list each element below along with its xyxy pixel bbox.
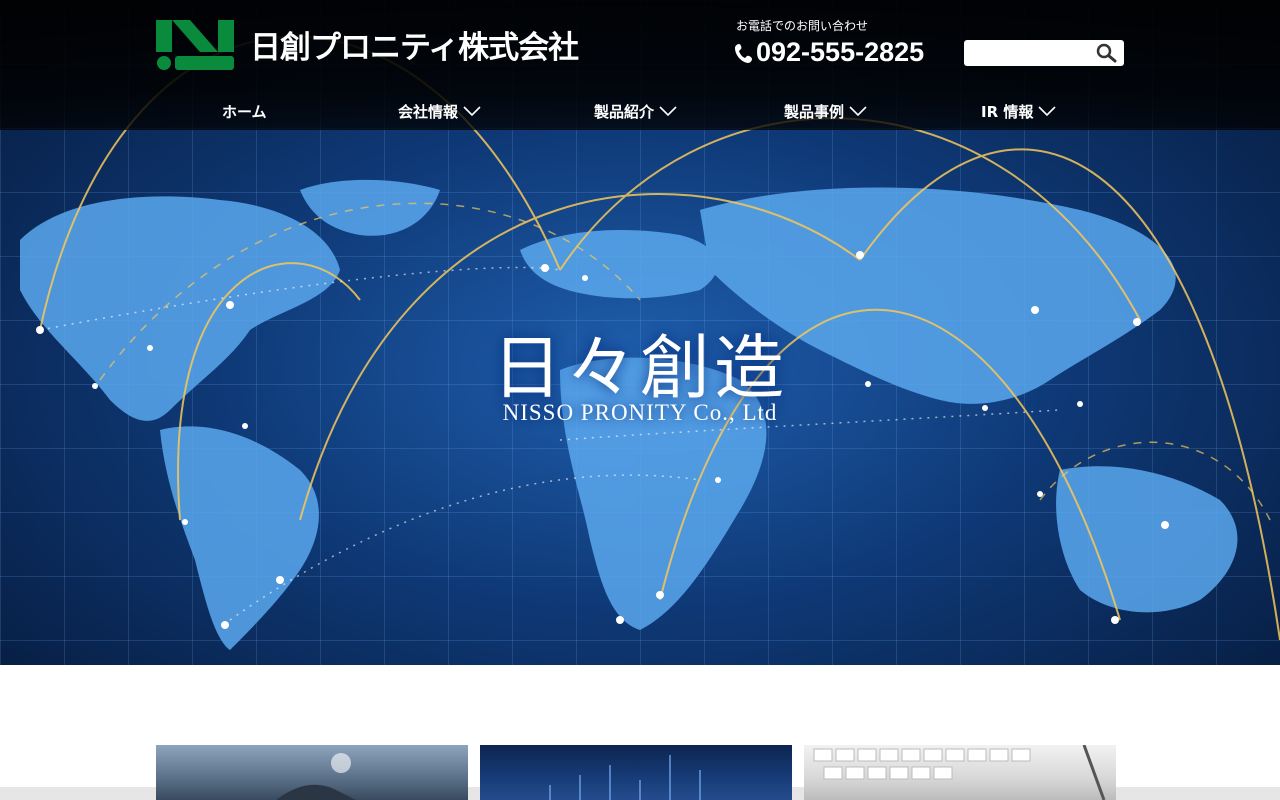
continent-australia — [1056, 466, 1238, 613]
nav-item-cases[interactable]: 製品事例 — [784, 96, 868, 126]
nav-item-label: 製品紹介 — [594, 102, 655, 121]
contact-label: お電話でのお問い合わせ — [736, 19, 869, 33]
nav-item-label: ホーム — [222, 102, 267, 121]
city-node — [226, 301, 234, 309]
phone-icon — [735, 43, 752, 63]
city-node — [276, 576, 284, 584]
continent-greenland — [300, 179, 440, 236]
nav-item-label: IR 情報 — [981, 102, 1034, 121]
page: 日々創造 NISSO PRONITY Co., Ltd 日創プロニティ株式会社 … — [0, 0, 1280, 800]
nav-item-label: 製品事例 — [784, 102, 845, 121]
nav-item-ir[interactable]: IR 情報 — [981, 96, 1057, 126]
search-input[interactable] — [968, 42, 1092, 64]
city-node — [715, 477, 721, 483]
city-node — [182, 519, 188, 525]
feature-card-3[interactable] — [804, 745, 1116, 800]
city-node — [656, 591, 664, 599]
nav-item-home[interactable]: ホーム — [222, 96, 267, 126]
chevron-down-icon — [1038, 106, 1056, 117]
hero-subtitle: NISSO PRONITY Co., Ltd — [502, 400, 778, 425]
nav-item-label: 会社情報 — [398, 102, 459, 121]
city-node — [582, 275, 588, 281]
search-icon[interactable] — [1096, 43, 1118, 63]
chevron-down-icon — [849, 106, 867, 117]
city-node — [541, 264, 549, 272]
card-3-image — [813, 745, 1106, 800]
chevron-down-icon — [659, 106, 677, 117]
city-node — [616, 616, 624, 624]
nav-item-products[interactable]: 製品紹介 — [594, 96, 678, 126]
city-node — [221, 621, 229, 629]
phone-number[interactable]: 092-555-2825 — [734, 37, 924, 68]
nav-item-company[interactable]: 会社情報 — [398, 96, 482, 126]
site-header: 日創プロニティ株式会社 お電話でのお問い合わせ 092-555-2825 ホーム… — [0, 0, 1280, 130]
phone-text: 092-555-2825 — [756, 37, 925, 67]
company-name[interactable]: 日創プロニティ株式会社 — [250, 22, 579, 67]
feature-card-2[interactable] — [480, 745, 792, 800]
city-node — [1111, 616, 1119, 624]
feature-card-1[interactable] — [156, 745, 468, 800]
continent-south-america — [160, 426, 319, 650]
card-1-image — [276, 753, 356, 800]
main-nav: ホーム 会社情報 製品紹介 製品事例 IR 情報 — [156, 96, 1124, 126]
chevron-down-icon — [463, 106, 481, 117]
city-node — [1161, 521, 1169, 529]
city-node — [856, 251, 864, 259]
hero-title: 日々創造 — [492, 327, 788, 409]
search-box — [964, 40, 1124, 66]
card-2-image — [549, 755, 701, 800]
logo-icon[interactable] — [156, 20, 234, 70]
city-node — [1037, 491, 1043, 497]
continent-europe — [520, 230, 718, 299]
